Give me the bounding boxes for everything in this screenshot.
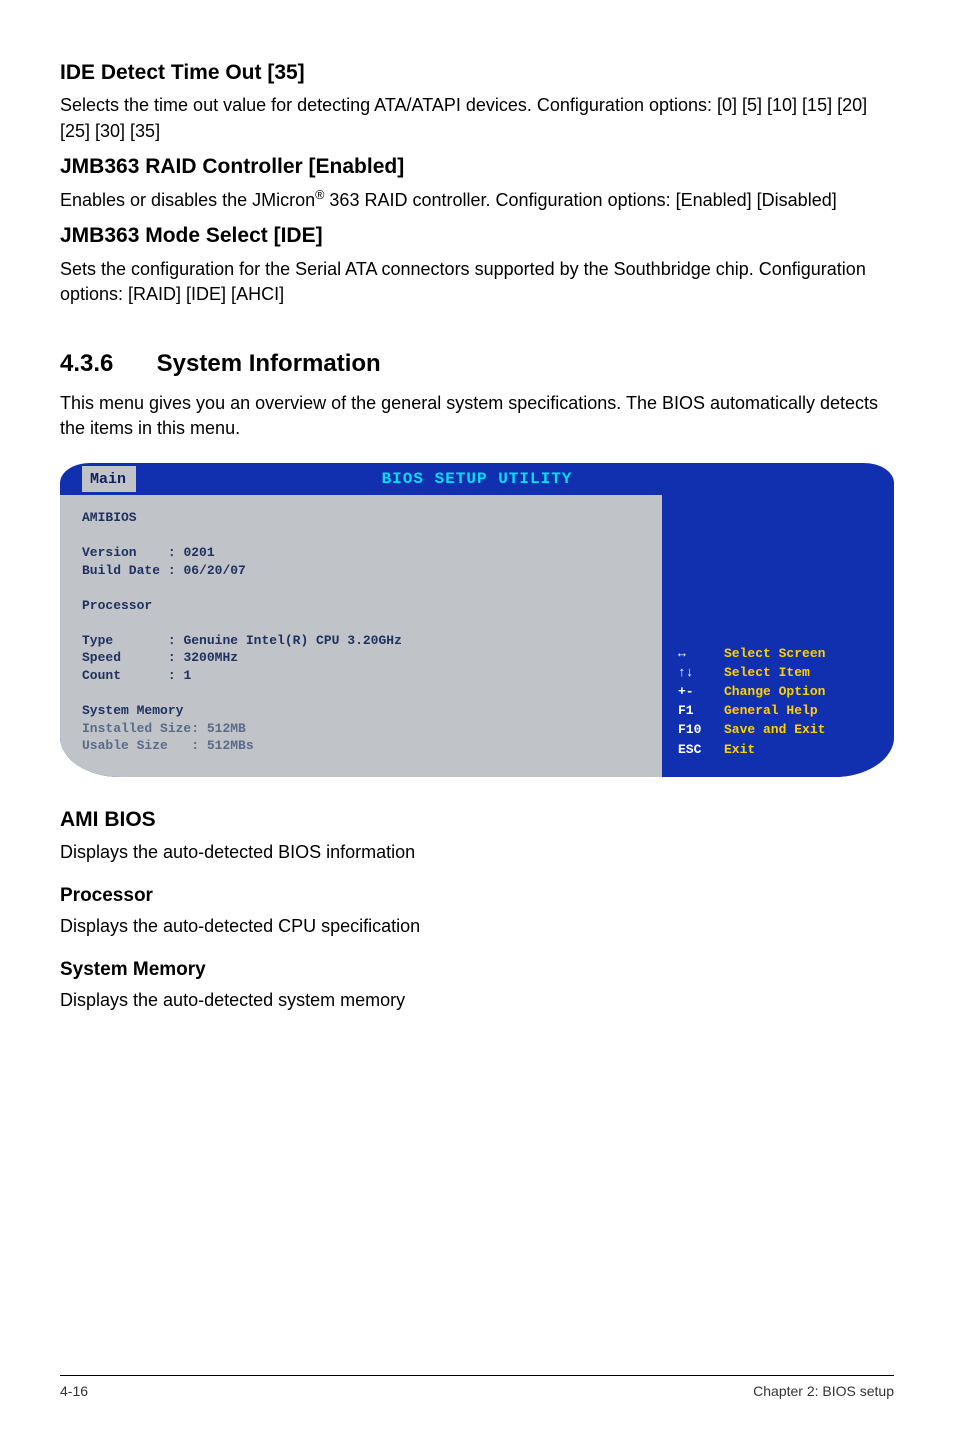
legend-key-esc: ESC: [678, 741, 712, 759]
bios-build-label: Build Date :: [82, 563, 176, 578]
footer-chapter: Chapter 2: BIOS setup: [753, 1382, 894, 1402]
legend-key-f10: F10: [678, 721, 712, 739]
bios-right-panel: ↔ Select Screen ↑↓ Select Item +- Change…: [664, 495, 894, 777]
legend-row: +- Change Option: [678, 683, 882, 701]
bios-count-label: Count :: [82, 668, 176, 683]
bios-usable-label: Usable Size :: [82, 738, 199, 753]
heading-ami-bios: AMI BIOS: [60, 805, 894, 834]
legend-row: F10 Save and Exit: [678, 721, 882, 739]
bios-sysmem-label: System Memory: [82, 703, 183, 718]
legend-row: ↔ Select Screen: [678, 645, 882, 663]
body-jmb-mode: Sets the configuration for the Serial AT…: [60, 257, 894, 307]
body-jmb-raid: Enables or disables the JMicron® 363 RAI…: [60, 187, 894, 213]
bios-titlebar: Main BIOS SETUP UTILITY: [60, 463, 894, 495]
legend-label-select-item: Select Item: [724, 664, 810, 682]
legend-key-arrows-ud: ↑↓: [678, 664, 712, 682]
bios-amibios: AMIBIOS: [82, 510, 137, 525]
legend-label-save-exit: Save and Exit: [724, 721, 825, 739]
body-ami-bios: Displays the auto-detected BIOS informat…: [60, 840, 894, 865]
bios-build-value: 06/20/07: [183, 563, 245, 578]
heading-jmb-raid: JMB363 RAID Controller [Enabled]: [60, 152, 894, 181]
bios-installed-value: 512MB: [207, 721, 246, 736]
bios-installed-label: Installed Size:: [82, 721, 199, 736]
body-sysinfo: This menu gives you an overview of the g…: [60, 391, 894, 441]
bios-speed-value: 3200MHz: [183, 650, 238, 665]
heading-ide-detect: IDE Detect Time Out [35]: [60, 58, 894, 87]
bios-left-panel: AMIBIOS Version : 0201 Build Date : 06/2…: [60, 495, 664, 777]
legend-label-select-screen: Select Screen: [724, 645, 825, 663]
bios-type-label: Type :: [82, 633, 176, 648]
legend-row: ESC Exit: [678, 741, 882, 759]
footer-page-number: 4-16: [60, 1382, 88, 1402]
bios-speed-label: Speed :: [82, 650, 176, 665]
page-footer: 4-16 Chapter 2: BIOS setup: [60, 1375, 894, 1402]
body-ide-detect: Selects the time out value for detecting…: [60, 93, 894, 143]
section-title-text: System Information: [157, 350, 381, 377]
legend-key-f1: F1: [678, 702, 712, 720]
bios-version-label: Version :: [82, 545, 176, 560]
section-title-sysinfo: 4.3.6 System Information: [60, 347, 894, 381]
body-jmb-raid-post: 363 RAID controller. Configuration optio…: [324, 190, 836, 210]
legend-label-change-option: Change Option: [724, 683, 825, 701]
body-system-memory: Displays the auto-detected system memory: [60, 988, 894, 1013]
legend-key-plusminus: +-: [678, 683, 712, 701]
heading-processor: Processor: [60, 883, 894, 910]
bios-title: BIOS SETUP UTILITY: [60, 468, 894, 490]
bios-body: AMIBIOS Version : 0201 Build Date : 06/2…: [60, 495, 894, 777]
heading-jmb-mode: JMB363 Mode Select [IDE]: [60, 221, 894, 250]
body-processor: Displays the auto-detected CPU specifica…: [60, 914, 894, 939]
bios-count-value: 1: [183, 668, 191, 683]
legend-label-general-help: General Help: [724, 702, 818, 720]
bios-version-value: 0201: [183, 545, 214, 560]
bios-usable-value: 512MBs: [207, 738, 254, 753]
bios-type-value: Genuine Intel(R) CPU 3.20GHz: [183, 633, 401, 648]
bios-tab-main[interactable]: Main: [82, 466, 136, 492]
bios-processor-label: Processor: [82, 598, 152, 613]
bios-screenshot: Main BIOS SETUP UTILITY AMIBIOS Version …: [60, 463, 894, 777]
legend-label-exit: Exit: [724, 741, 755, 759]
legend-row: ↑↓ Select Item: [678, 664, 882, 682]
legend-key-arrows-lr: ↔: [678, 645, 712, 663]
legend-row: F1 General Help: [678, 702, 882, 720]
body-jmb-raid-pre: Enables or disables the JMicron: [60, 190, 315, 210]
heading-system-memory: System Memory: [60, 957, 894, 984]
section-number: 4.3.6: [60, 347, 150, 381]
